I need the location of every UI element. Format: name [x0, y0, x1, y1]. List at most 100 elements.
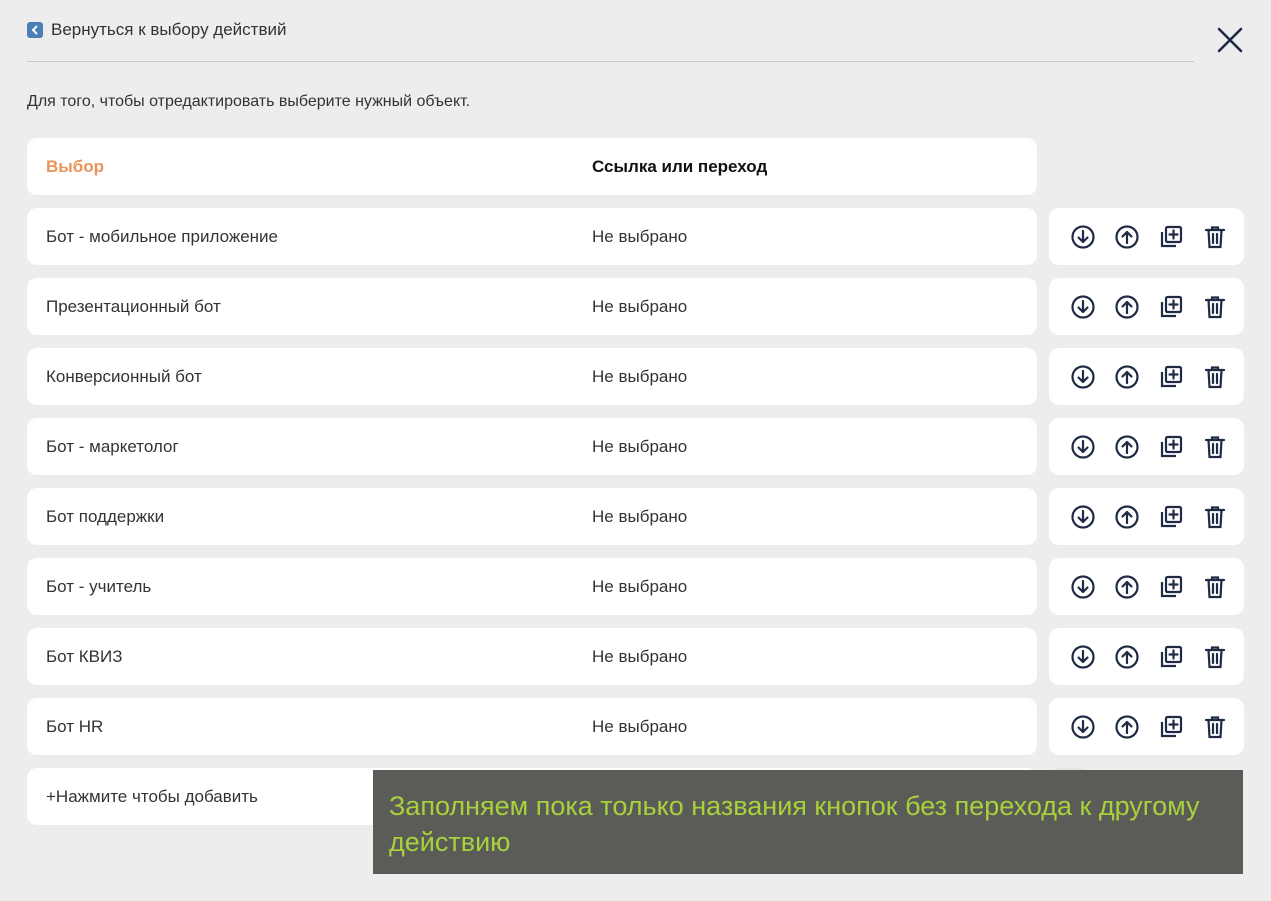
- duplicate-button[interactable]: [1157, 503, 1185, 531]
- tooltip-overlay: Заполняем пока только названия кнопок бе…: [373, 770, 1243, 874]
- move-down-icon: [1071, 574, 1095, 599]
- move-down-icon: [1071, 504, 1095, 529]
- trash-icon: [1204, 505, 1226, 528]
- row-actions: [1049, 418, 1244, 475]
- move-up-button[interactable]: [1113, 363, 1141, 391]
- duplicate-button[interactable]: [1157, 643, 1185, 671]
- move-down-button[interactable]: [1069, 573, 1097, 601]
- row-card[interactable]: Бот HR Не выбрано: [27, 698, 1037, 755]
- move-down-icon: [1071, 434, 1095, 459]
- duplicate-icon: [1160, 575, 1183, 597]
- trash-icon: [1204, 645, 1226, 668]
- row-actions: [1049, 348, 1244, 405]
- move-down-icon: [1071, 294, 1095, 319]
- row-card[interactable]: Бот КВИЗ Не выбрано: [27, 628, 1037, 685]
- table-header: Выбор Ссылка или переход: [27, 138, 1037, 195]
- move-up-button[interactable]: [1113, 643, 1141, 671]
- move-up-button[interactable]: [1113, 293, 1141, 321]
- delete-button[interactable]: [1201, 643, 1229, 671]
- table-body: Бот - мобильное приложение Не выбрано Пр…: [27, 208, 1247, 768]
- move-down-icon: [1071, 644, 1095, 669]
- move-down-button[interactable]: [1069, 643, 1097, 671]
- move-down-button[interactable]: [1069, 293, 1097, 321]
- table-row: Бот - учитель Не выбрано: [27, 558, 1247, 615]
- back-link-label: Вернуться к выбору действий: [51, 20, 287, 39]
- row-card[interactable]: Бот - учитель Не выбрано: [27, 558, 1037, 615]
- table-row: Бот КВИЗ Не выбрано: [27, 628, 1247, 685]
- move-up-icon: [1115, 714, 1139, 739]
- move-up-icon: [1115, 294, 1139, 319]
- move-down-button[interactable]: [1069, 363, 1097, 391]
- trash-icon: [1204, 575, 1226, 598]
- row-link: Не выбрано: [592, 646, 688, 666]
- trash-icon: [1204, 295, 1226, 318]
- row-name: Бот - учитель: [46, 576, 152, 596]
- back-arrow-icon: [27, 22, 43, 38]
- move-down-button[interactable]: [1069, 713, 1097, 741]
- delete-button[interactable]: [1201, 293, 1229, 321]
- move-up-icon: [1115, 434, 1139, 459]
- delete-button[interactable]: [1201, 363, 1229, 391]
- row-link: Не выбрано: [592, 366, 688, 386]
- row-card[interactable]: Бот - мобильное приложение Не выбрано: [27, 208, 1037, 265]
- duplicate-button[interactable]: [1157, 713, 1185, 741]
- row-name: Бот - мобильное приложение: [46, 226, 278, 246]
- duplicate-button[interactable]: [1157, 573, 1185, 601]
- row-link: Не выбрано: [592, 296, 688, 316]
- row-name: Бот КВИЗ: [46, 646, 123, 666]
- close-button[interactable]: [1212, 22, 1248, 58]
- move-up-icon: [1115, 364, 1139, 389]
- row-actions: [1049, 278, 1244, 335]
- move-down-icon: [1071, 714, 1095, 739]
- duplicate-button[interactable]: [1157, 293, 1185, 321]
- row-card[interactable]: Бот - маркетолог Не выбрано: [27, 418, 1037, 475]
- delete-button[interactable]: [1201, 433, 1229, 461]
- duplicate-icon: [1160, 715, 1183, 737]
- table-row: Бот - маркетолог Не выбрано: [27, 418, 1247, 475]
- table-row: Бот HR Не выбрано: [27, 698, 1247, 755]
- trash-icon: [1204, 365, 1226, 388]
- row-actions: [1049, 208, 1244, 265]
- overlay-text: Заполняем пока только названия кнопок бе…: [389, 791, 1200, 857]
- table-row: Презентационный бот Не выбрано: [27, 278, 1247, 335]
- row-name: Презентационный бот: [46, 296, 221, 316]
- row-link: Не выбрано: [592, 506, 688, 526]
- move-up-icon: [1115, 224, 1139, 249]
- move-down-button[interactable]: [1069, 433, 1097, 461]
- trash-icon: [1204, 435, 1226, 458]
- row-link: Не выбрано: [592, 576, 688, 596]
- duplicate-button[interactable]: [1157, 363, 1185, 391]
- move-up-button[interactable]: [1113, 503, 1141, 531]
- move-up-button[interactable]: [1113, 223, 1141, 251]
- row-link: Не выбрано: [592, 716, 688, 736]
- delete-button[interactable]: [1201, 223, 1229, 251]
- duplicate-button[interactable]: [1157, 223, 1185, 251]
- row-card[interactable]: Бот поддержки Не выбрано: [27, 488, 1037, 545]
- move-down-button[interactable]: [1069, 503, 1097, 531]
- move-up-icon: [1115, 644, 1139, 669]
- row-name: Конверсионный бот: [46, 366, 202, 386]
- trash-icon: [1204, 225, 1226, 248]
- delete-button[interactable]: [1201, 573, 1229, 601]
- move-up-button[interactable]: [1113, 573, 1141, 601]
- delete-button[interactable]: [1201, 713, 1229, 741]
- delete-button[interactable]: [1201, 503, 1229, 531]
- move-up-button[interactable]: [1113, 713, 1141, 741]
- move-down-button[interactable]: [1069, 223, 1097, 251]
- row-name: Бот поддержки: [46, 506, 165, 526]
- row-card[interactable]: Конверсионный бот Не выбрано: [27, 348, 1037, 405]
- duplicate-button[interactable]: [1157, 433, 1185, 461]
- row-actions: [1049, 558, 1244, 615]
- row-card[interactable]: Презентационный бот Не выбрано: [27, 278, 1037, 335]
- column-header-link: Ссылка или переход: [592, 156, 768, 176]
- move-down-icon: [1071, 224, 1095, 249]
- add-row-label: +Нажмите чтобы добавить: [46, 786, 258, 806]
- row-actions: [1049, 698, 1244, 755]
- trash-icon: [1204, 715, 1226, 738]
- back-to-actions-link[interactable]: Вернуться к выбору действий: [27, 20, 286, 40]
- table-row: Бот поддержки Не выбрано: [27, 488, 1247, 545]
- row-link: Не выбрано: [592, 226, 688, 246]
- move-up-button[interactable]: [1113, 433, 1141, 461]
- move-up-icon: [1115, 504, 1139, 529]
- move-down-icon: [1071, 364, 1095, 389]
